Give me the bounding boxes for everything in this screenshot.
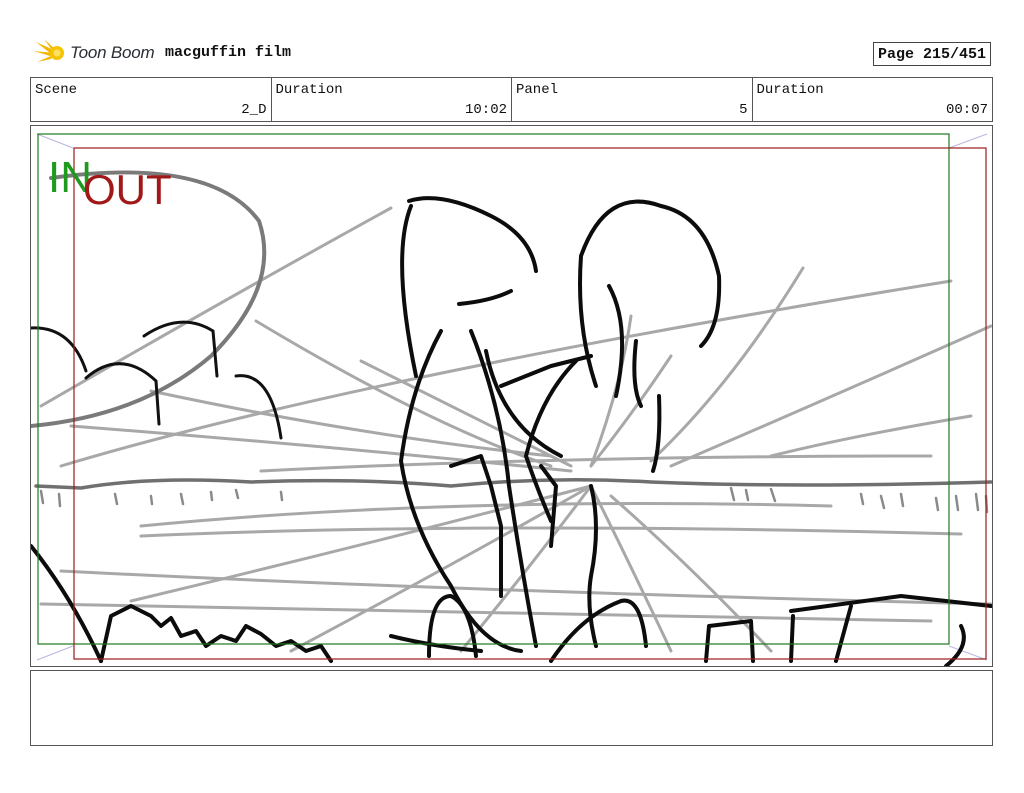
starburst-icon	[34, 39, 64, 62]
scene-value: 2_D	[241, 102, 267, 118]
panel-sketch: IN OUT	[31, 133, 992, 666]
film-title: macguffin film	[165, 44, 292, 61]
page-indicator: Page 215/451	[873, 42, 991, 66]
scene-duration-label: Duration	[275, 82, 343, 98]
background-sketch-lines	[39, 206, 992, 653]
scene-label: Scene	[35, 82, 78, 98]
toon-boom-logo: Toon Boom	[34, 38, 155, 68]
scene-info-table: Scene 2_D Duration 10:02 Panel 5 Duratio…	[30, 77, 993, 122]
panel-notes-box	[30, 670, 993, 746]
panel-duration-label: Duration	[756, 82, 824, 98]
scene-cell: Scene 2_D	[31, 78, 272, 121]
logo-text: Toon Boom	[70, 43, 155, 62]
storyboard-panel: IN OUT	[30, 125, 993, 667]
panel-duration-value: 00:07	[945, 102, 988, 118]
panel-duration-cell: Duration 00:07	[753, 78, 993, 121]
out-label: OUT	[83, 166, 172, 213]
in-frame	[37, 133, 950, 645]
panel-label: Panel	[516, 82, 559, 98]
scene-duration-value: 10:02	[464, 102, 507, 118]
horizon-line	[34, 478, 992, 490]
panel-value: 5	[739, 102, 748, 118]
panel-cell: Panel 5	[512, 78, 753, 121]
scene-duration-cell: Duration 10:02	[272, 78, 512, 121]
